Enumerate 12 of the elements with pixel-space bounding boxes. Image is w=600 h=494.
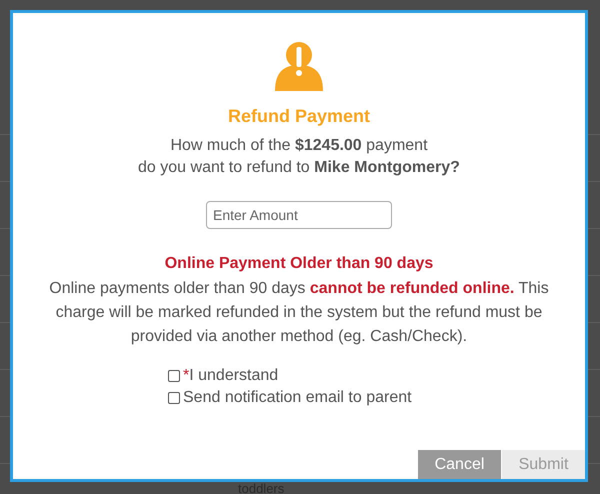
refund-question: How much of the $1245.00 payment: [170, 137, 428, 155]
required-mark: *: [183, 367, 190, 385]
amount-input-field[interactable]: Enter Amount: [206, 201, 392, 229]
checkbox[interactable]: [168, 392, 180, 404]
checkbox-label: I understand: [189, 367, 278, 385]
warning-text: Online payments older than 90 days cannot be refunded online. This charge will be marked refunded in the system but the refund must be provided via another method (eg. Cash/Check).: [49, 279, 549, 347]
checkbox[interactable]: [168, 370, 180, 382]
dialog-title: Refund Payment: [228, 106, 370, 127]
warning-title: Online Payment Older than 90 days: [164, 255, 434, 273]
refund-question: do you want to refund to Mike Montgomery?: [138, 159, 460, 177]
cancel-button[interactable]: Cancel: [418, 450, 501, 479]
checkbox-label: Send notification email to parent: [183, 389, 412, 407]
